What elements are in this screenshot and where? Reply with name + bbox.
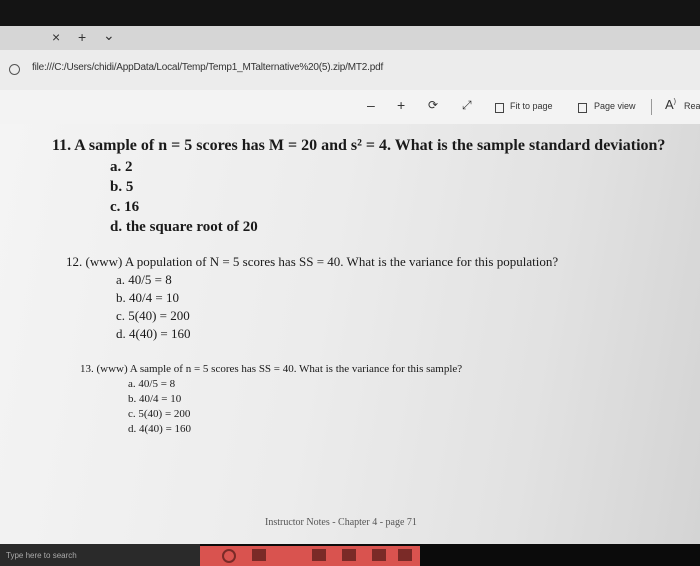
task-view-icon[interactable] — [252, 549, 266, 561]
option-13-b: b. 40/4 = 10 — [128, 393, 182, 405]
fit-to-page-icon[interactable] — [495, 100, 504, 116]
question-12-text: 12. (www) A population of N = 5 scores h… — [66, 254, 559, 269]
option-13-c: c. 5(40) = 200 — [128, 408, 191, 420]
option-11-c: c. 16 — [110, 199, 140, 215]
option-13-a: a. 40/5 = 8 — [128, 378, 176, 390]
tab-menu-icon[interactable]: ⌄ — [103, 27, 115, 44]
info-icon[interactable] — [9, 64, 20, 75]
taskbar-search-placeholder: Type here to search — [6, 551, 77, 560]
app-icon[interactable] — [312, 549, 326, 561]
page-view-button[interactable]: Page view — [594, 101, 636, 111]
store-icon[interactable] — [342, 549, 356, 561]
folder-icon[interactable] — [398, 549, 412, 561]
toolbar-divider — [651, 99, 652, 115]
read-aloud-button[interactable]: Rea — [684, 101, 700, 111]
option-11-a: a. 2 — [110, 159, 133, 175]
question-11-text: 11. A sample of n = 5 scores has M = 20 … — [52, 137, 666, 154]
option-13-d: d. 4(40) = 160 — [128, 423, 192, 435]
option-12-d: d. 4(40) = 160 — [116, 326, 191, 341]
expand-icon[interactable]: ⤢ — [462, 98, 472, 113]
pdf-page: 11. A sample of n = 5 scores has M = 20 … — [0, 124, 700, 544]
cortana-icon[interactable] — [222, 549, 236, 563]
option-12-c: c. 5(40) = 200 — [116, 308, 190, 323]
option-11-b: b. 5 — [110, 179, 134, 195]
page-footer: Instructor Notes - Chapter 4 - page 71 — [265, 517, 417, 528]
option-12-a: a. 40/5 = 8 — [116, 272, 172, 287]
option-12-b: b. 40/4 = 10 — [116, 290, 179, 305]
question-13: 13. (www) A sample of n = 5 scores has S… — [80, 363, 463, 435]
fit-to-page-button[interactable]: Fit to page — [510, 101, 553, 111]
url-text[interactable]: file:///C:/Users/chidi/AppData/Local/Tem… — [32, 62, 383, 73]
page-view-icon[interactable] — [578, 100, 587, 116]
question-13-text: 13. (www) A sample of n = 5 scores has S… — [80, 363, 463, 375]
question-11: 11. A sample of n = 5 scores has M = 20 … — [52, 137, 666, 235]
rotate-icon[interactable]: ⟳ — [428, 98, 438, 112]
close-tab-icon[interactable]: × — [52, 29, 60, 45]
zoom-out-button[interactable]: – — [367, 97, 375, 113]
screen-top-bezel — [0, 0, 700, 26]
read-aloud-icon[interactable]: A) — [665, 97, 676, 112]
zoom-in-button[interactable]: + — [397, 97, 405, 113]
question-12: 12. (www) A population of N = 5 scores h… — [66, 254, 559, 341]
option-11-d: d. the square root of 20 — [110, 219, 258, 235]
edge-icon[interactable] — [372, 549, 386, 561]
new-tab-button[interactable]: + — [78, 29, 86, 45]
